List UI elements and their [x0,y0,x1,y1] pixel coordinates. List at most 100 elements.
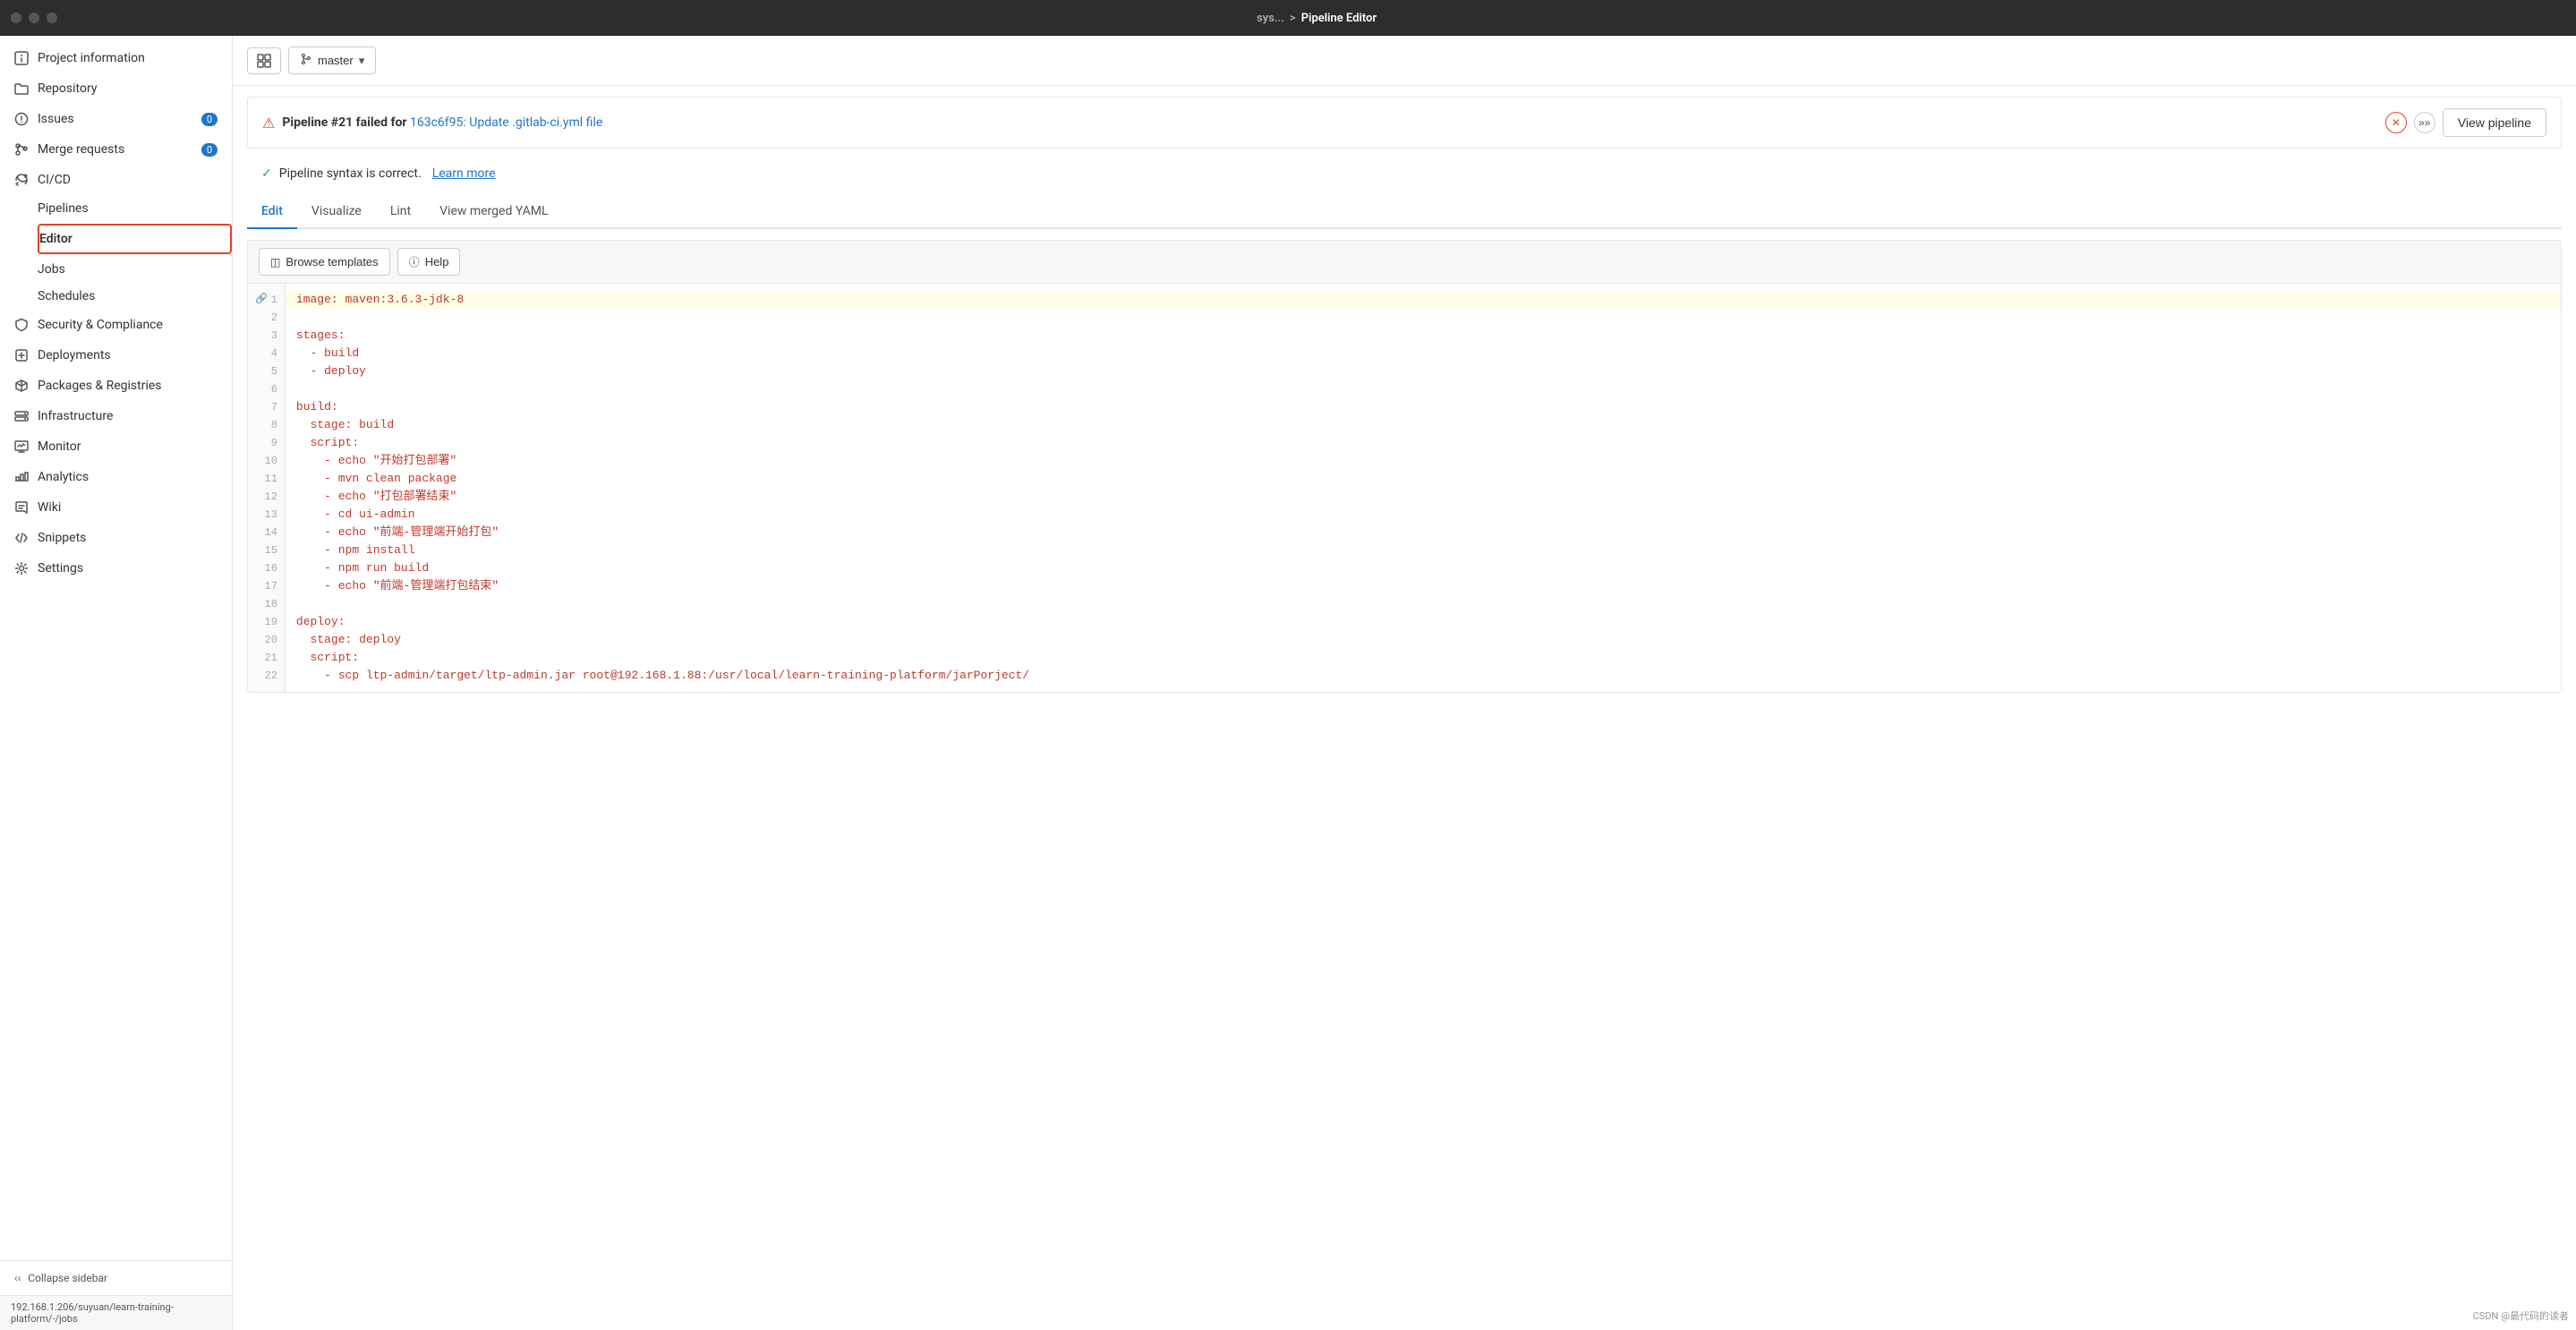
sidebar-item-label: Infrastructure [38,409,113,423]
analytics-icon [14,470,29,484]
code-line-8: stage: build [286,416,2561,434]
sidebar-item-issues[interactable]: Issues 0 [0,104,232,134]
infra-icon [14,409,29,423]
merge-requests-badge: 0 [201,143,218,157]
code-line-13: - cd ui-admin [286,506,2561,524]
collapse-sidebar-button[interactable]: ‹‹ Collapse sidebar [0,1260,232,1295]
sidebar-item-pipelines[interactable]: Pipelines [38,195,232,222]
alert-banner: ⚠ Pipeline #21 failed for 163c6f95: Upda… [247,97,2562,149]
code-toolbar: ◫ Browse templates ⓘ Help [248,241,2561,284]
sidebar-item-editor[interactable]: Editor [38,224,232,254]
code-lines: image: maven:3.6.3-jdk-8 stages: - build… [286,284,2561,692]
sidebar-item-wiki[interactable]: Wiki [0,492,232,523]
cicd-icon [14,173,29,187]
main-content: master ▾ ⚠ Pipeline #21 failed for 163c6… [233,36,2576,1330]
code-line-2 [286,309,2561,327]
alert-link[interactable]: 163c6f95: Update .gitlab-ci.yml file [410,115,602,130]
breadcrumb-prefix: sys... [1257,12,1284,25]
issues-icon [14,112,29,126]
sidebar-nav: Project information Repository Issues 0 [0,36,232,591]
alert-close-button[interactable]: ✕ [2385,112,2407,133]
sidebar-item-label: Snippets [38,531,86,545]
branch-name: master [318,54,354,67]
sidebar-item-packages-registries[interactable]: Packages & Registries [0,371,232,401]
branch-selector[interactable]: master ▾ [288,47,376,74]
sidebar-item-label: Deployments [38,348,111,362]
code-line-14: - echo "前端-管理端开始打包" [286,524,2561,541]
sidebar-item-jobs[interactable]: Jobs [38,256,232,283]
sidebar-url: 192.168.1.206/suyuan/learn-training-plat… [0,1295,232,1330]
sidebar-item-label: Merge requests [38,142,124,157]
sidebar-item-cicd[interactable]: CI/CD [0,165,232,195]
sidebar-item-label: Wiki [38,500,61,515]
monitor-icon [14,439,29,454]
code-line-18 [286,595,2561,613]
merge-icon [14,142,29,157]
collapse-sidebar-label: Collapse sidebar [28,1272,107,1284]
issues-badge: 0 [201,113,218,126]
sidebar-item-repository[interactable]: Repository [0,73,232,104]
sidebar-item-infrastructure[interactable]: Infrastructure [0,401,232,431]
tab-lint[interactable]: Lint [376,195,425,229]
sidebar-item-monitor[interactable]: Monitor [0,431,232,462]
help-icon: ⓘ [409,254,420,269]
tab-edit[interactable]: Edit [247,195,297,229]
top-bar: sys... > Pipeline Editor [0,0,2576,36]
sidebar-item-label: Settings [38,561,83,575]
sidebar-item-label: Issues [38,112,74,126]
sidebar-item-label: Analytics [38,470,89,484]
code-line-5: - deploy [286,362,2561,380]
code-line-17: - echo "前端-管理端打包结束" [286,577,2561,595]
code-line-19: deploy: [286,613,2561,631]
code-line-3: stages: [286,327,2561,345]
browse-templates-button[interactable]: ◫ Browse templates [259,248,390,276]
sidebar-item-snippets[interactable]: Snippets [0,523,232,553]
pipeline-editor-icon-button[interactable] [247,47,281,74]
code-line-15: - npm install [286,541,2561,559]
main-layout: Project information Repository Issues 0 [0,36,2576,1330]
wiki-icon [14,500,29,515]
code-editor[interactable]: 🔗1 2 3 4 5 6 7 8 9 10 11 12 13 14 15 16 [248,284,2561,692]
sidebar-item-schedules[interactable]: Schedules [38,283,232,310]
chevron-left-icon: ‹‹ [14,1272,21,1284]
shield-icon [14,318,29,332]
alert-skip-button[interactable]: »» [2414,112,2435,133]
sidebar-item-deployments[interactable]: Deployments [0,340,232,371]
settings-icon [14,561,29,575]
breadcrumb-separator: > [1290,12,1296,25]
sidebar-item-project-information[interactable]: Project information [0,43,232,73]
window-controls [11,13,57,23]
snippets-icon [14,531,29,545]
sidebar-item-label: Security & Compliance [38,318,163,332]
template-icon: ◫ [270,256,280,269]
sidebar-item-label: Monitor [38,439,81,454]
code-editor-area: ◫ Browse templates ⓘ Help 🔗1 2 3 4 5 6 7 [247,240,2562,693]
code-line-6 [286,380,2561,398]
code-line-22: - scp ltp-admin/target/ltp-admin.jar roo… [286,667,2561,685]
editor-toolbar: master ▾ [233,36,2576,86]
code-line-11: - mvn clean package [286,470,2561,488]
sidebar-item-label: Packages & Registries [38,379,162,393]
help-button[interactable]: ⓘ Help [397,248,461,276]
tab-visualize[interactable]: Visualize [297,195,376,229]
help-label: Help [425,255,449,269]
chevron-down-icon: ▾ [359,54,365,68]
sidebar-item-label: Jobs [38,262,65,277]
window-dot-1 [11,13,21,23]
sidebar-item-label: Schedules [38,289,95,303]
code-line-4: - build [286,345,2561,362]
tab-view-merged-yaml[interactable]: View merged YAML [425,195,562,229]
info-icon [14,51,29,65]
folder-icon [14,81,29,96]
cicd-submenu: Pipelines Editor Jobs Schedules [0,195,232,310]
breadcrumb-current: Pipeline Editor [1301,12,1377,25]
code-line-10: - echo "开始打包部署" [286,452,2561,470]
sidebar-item-settings[interactable]: Settings [0,553,232,584]
sidebar-item-analytics[interactable]: Analytics [0,462,232,492]
view-pipeline-button[interactable]: View pipeline [2443,108,2546,137]
sidebar-item-security-compliance[interactable]: Security & Compliance [0,310,232,340]
sidebar-item-merge-requests[interactable]: Merge requests 0 [0,134,232,165]
learn-more-link[interactable]: Learn more [432,166,496,181]
browse-templates-label: Browse templates [286,255,378,269]
code-line-21: script: [286,649,2561,667]
